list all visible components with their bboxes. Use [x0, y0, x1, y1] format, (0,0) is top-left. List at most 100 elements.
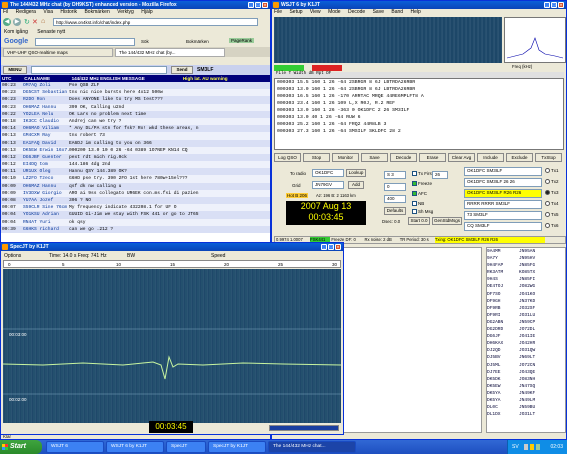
wsjt-button-monitor[interactable]: Monitor: [332, 153, 359, 162]
chat-callname[interactable]: EI4DQ tom: [23, 161, 69, 168]
callsign-entry[interactable]: DG2DRD JO72DL: [487, 326, 565, 333]
task-firefox-chat[interactable]: The 144/432 MHz chat...: [268, 441, 356, 453]
tx-message-field[interactable]: OK1DFC SM3ILF R26 R26: [464, 189, 542, 198]
decode-line[interactable]: 000303 25.2 160 1 26 -64 FRQ2 44R8LB 3: [275, 121, 563, 128]
defaults-button[interactable]: Defaults: [384, 207, 406, 215]
chat-callname[interactable]: IV3DXW Giorgio: [23, 190, 69, 197]
menu-bokmarken[interactable]: Bokmärken: [84, 9, 109, 15]
callsign-entry[interactable]: RK3ATM KO85TX: [487, 269, 565, 276]
specjt-maximize-button[interactable]: □: [328, 244, 334, 250]
radio-icon[interactable]: [545, 190, 550, 196]
close-button[interactable]: ×: [262, 2, 268, 8]
callsign-entry[interactable]: 9A7Y JN95HV: [487, 255, 565, 262]
radio-icon[interactable]: [545, 201, 550, 207]
tol-field[interactable]: 400: [384, 195, 406, 203]
chat-callname[interactable]: DK5EW Erwin 16x7.4WW: [23, 147, 69, 154]
task-wsjt-k1jt[interactable]: WSJT 6 by K1JT: [106, 441, 164, 453]
chat-row[interactable]: 00:08 YU7AA Jozef 306 ? NO: [1, 197, 270, 205]
freeze-box[interactable]: [412, 181, 417, 187]
chat-row[interactable]: 00:18 IK3CC Claudio Andrej can we try ?: [1, 117, 270, 126]
reload-icon[interactable]: ↻: [24, 18, 30, 26]
wsjt-button-log-qso[interactable]: Log QSO: [274, 153, 301, 162]
lookup-button[interactable]: Lookup: [346, 169, 366, 177]
chat-row[interactable]: 00:23 OH6MAZ Hannu 399 OK, Calling u2nd: [1, 103, 270, 111]
wsjt-menu-band[interactable]: Band: [391, 9, 403, 15]
check-tx-first[interactable]: Tx First: [412, 171, 433, 177]
wsjt-menu-view[interactable]: View: [310, 9, 321, 15]
specjt-speed[interactable]: Speed: [211, 253, 225, 259]
google-search-input[interactable]: [35, 38, 135, 46]
menu-redigera[interactable]: Redigera: [16, 9, 36, 15]
callsign-entry[interactable]: DK5YA JN49KF: [487, 390, 565, 397]
decode-line[interactable]: 000303 16.5 160 1 26 -170 ARRTAC MRQE 44…: [275, 93, 563, 100]
callsign-entry[interactable]: DF9RB JO32SF: [487, 305, 565, 312]
wsjt-button-include[interactable]: Include: [477, 153, 504, 162]
wsjt-menu-help[interactable]: Help: [410, 9, 420, 15]
menu-fil[interactable]: Fil: [3, 9, 8, 15]
wsjt-minimize-button[interactable]: _: [544, 2, 550, 8]
chat-callname[interactable]: OH6MAO Viliam: [23, 125, 69, 132]
specjt-minimize-button[interactable]: _: [321, 244, 327, 250]
radio-icon[interactable]: [545, 179, 550, 185]
radio-icon[interactable]: [545, 168, 550, 174]
wsjt-button-clear-avg[interactable]: Clear Avg: [448, 153, 475, 162]
chat-row[interactable]: 00:12 DG6JBF Guenter pext rdt mich rig.0ck: [1, 153, 270, 162]
specjt-bw[interactable]: BW: [127, 253, 135, 259]
minimize-button[interactable]: _: [248, 2, 254, 8]
decode-line[interactable]: 000303 13.0 160 1 26 -64 2SBRGR 8 6J LBT…: [275, 86, 563, 93]
chat-callname[interactable]: YO2LEA Nelu: [23, 111, 69, 118]
radio-icon[interactable]: [545, 223, 550, 229]
wsjt-button-erase[interactable]: Erase: [419, 153, 446, 162]
chat-row[interactable]: 00:14 OH6MAO Viliam * Any DL/PA stn for fs…: [1, 125, 270, 133]
menu-verktyg[interactable]: Verktyg: [117, 9, 134, 15]
specjt-options-menu[interactable]: Options: [4, 253, 21, 259]
wsjt-button-decode[interactable]: Decode: [390, 153, 417, 162]
tx-select-button[interactable]: Tx4: [545, 201, 559, 207]
wsjt-button-stop[interactable]: Stop: [303, 153, 330, 162]
maximize-button[interactable]: □: [255, 2, 261, 8]
decode-line[interactable]: 000303 23.4 160 1 26 109 L,X R0J, R.2 RE…: [275, 100, 563, 107]
check-sh-msg[interactable]: Sh Msg: [412, 209, 433, 215]
stop-icon[interactable]: ✕: [32, 18, 38, 26]
chat-row[interactable]: 00:22 YO2LEA Nelu OK Lars no problem next …: [1, 110, 270, 118]
decode-line[interactable]: 000303 27.3 160 1 26 -64 SMSILF SKLDFC 2…: [275, 128, 563, 135]
callsign-entry[interactable]: DK5EW JN47SQ: [487, 383, 565, 390]
callsign-entry[interactable]: DL1DX JO31LT: [487, 411, 565, 418]
chat-message-input[interactable]: [31, 66, 167, 74]
specjt-waterfall[interactable]: 00:03:00 00:02:00: [3, 269, 341, 423]
grid-field[interactable]: JN79GV: [312, 181, 344, 189]
chat-row[interactable]: 00:23 R2DO Ron Does ANYONE like to try MS …: [1, 96, 270, 104]
chat-callname[interactable]: EA1FAQ David: [23, 140, 69, 147]
chat-row[interactable]: 00:23 DG5CST Sebastian tnx nic nice bursts…: [1, 89, 270, 97]
specjt-close-button[interactable]: ×: [335, 244, 341, 250]
check-freeze[interactable]: Freeze: [412, 181, 432, 187]
to-radio-field[interactable]: OK1DFC: [312, 169, 344, 177]
callsign-entry[interactable]: DK5DK JO83NH: [487, 376, 565, 383]
wsjt-button-txstop[interactable]: TxStop: [535, 153, 562, 162]
menu-visa[interactable]: Visa: [43, 9, 53, 15]
decode-line[interactable]: 000303 13.0 40 1 26 -64 RUW 6: [275, 114, 563, 121]
wsjt-menu-decode[interactable]: Decode: [348, 9, 365, 15]
tx-select-button[interactable]: Tx5: [545, 212, 559, 218]
chat-row[interactable]: 00:07 S59CLR Sine 76cm MSMy frequency ind…: [1, 204, 270, 212]
afc-box[interactable]: [412, 191, 417, 197]
decode-line[interactable]: 000303 15.5 160 1 26 -64 2SBRGR 8 6J LBT…: [275, 79, 563, 86]
decode-line[interactable]: 000303 13.0 160 1 26 -363 0 OK1DFC 2 26 …: [275, 107, 563, 114]
nb-box[interactable]: [412, 201, 417, 207]
chat-row[interactable]: 00:13 GM4CXM Ray tnx robert 73: [1, 132, 270, 140]
task-wsjt[interactable]: WSJT 6: [46, 441, 104, 453]
tab-qso-maps[interactable]: VHF-UHF QSO-realtime maps: [3, 48, 113, 57]
specjt-scrollbar[interactable]: [269, 425, 339, 431]
chat-callname[interactable]: DG6JBF Guenter: [23, 154, 69, 161]
tx-message-field[interactable]: 73 SM3LF: [464, 211, 542, 220]
tx-select-button[interactable]: Tx2: [545, 179, 559, 185]
callsign-entry[interactable]: DJ2QD JO31QW: [487, 347, 565, 354]
chat-row[interactable]: 00:09 OH6MAZ Hannu qsf dk nw calling u: [1, 182, 270, 190]
menu-historik[interactable]: Historik: [60, 9, 77, 15]
language-indicator[interactable]: SV: [512, 440, 519, 454]
callsign-entry[interactable]: DF7SO JO41KO: [487, 291, 565, 298]
wsjt-menu-file[interactable]: File: [274, 9, 282, 15]
chat-row[interactable]: 00:23 OM7AQ Zoli Pse QSB ZLF: [1, 82, 270, 90]
wsjt-button-exclude[interactable]: Exclude: [506, 153, 533, 162]
task-specjt-k1jt[interactable]: SpecJT by K1JT: [208, 441, 266, 453]
